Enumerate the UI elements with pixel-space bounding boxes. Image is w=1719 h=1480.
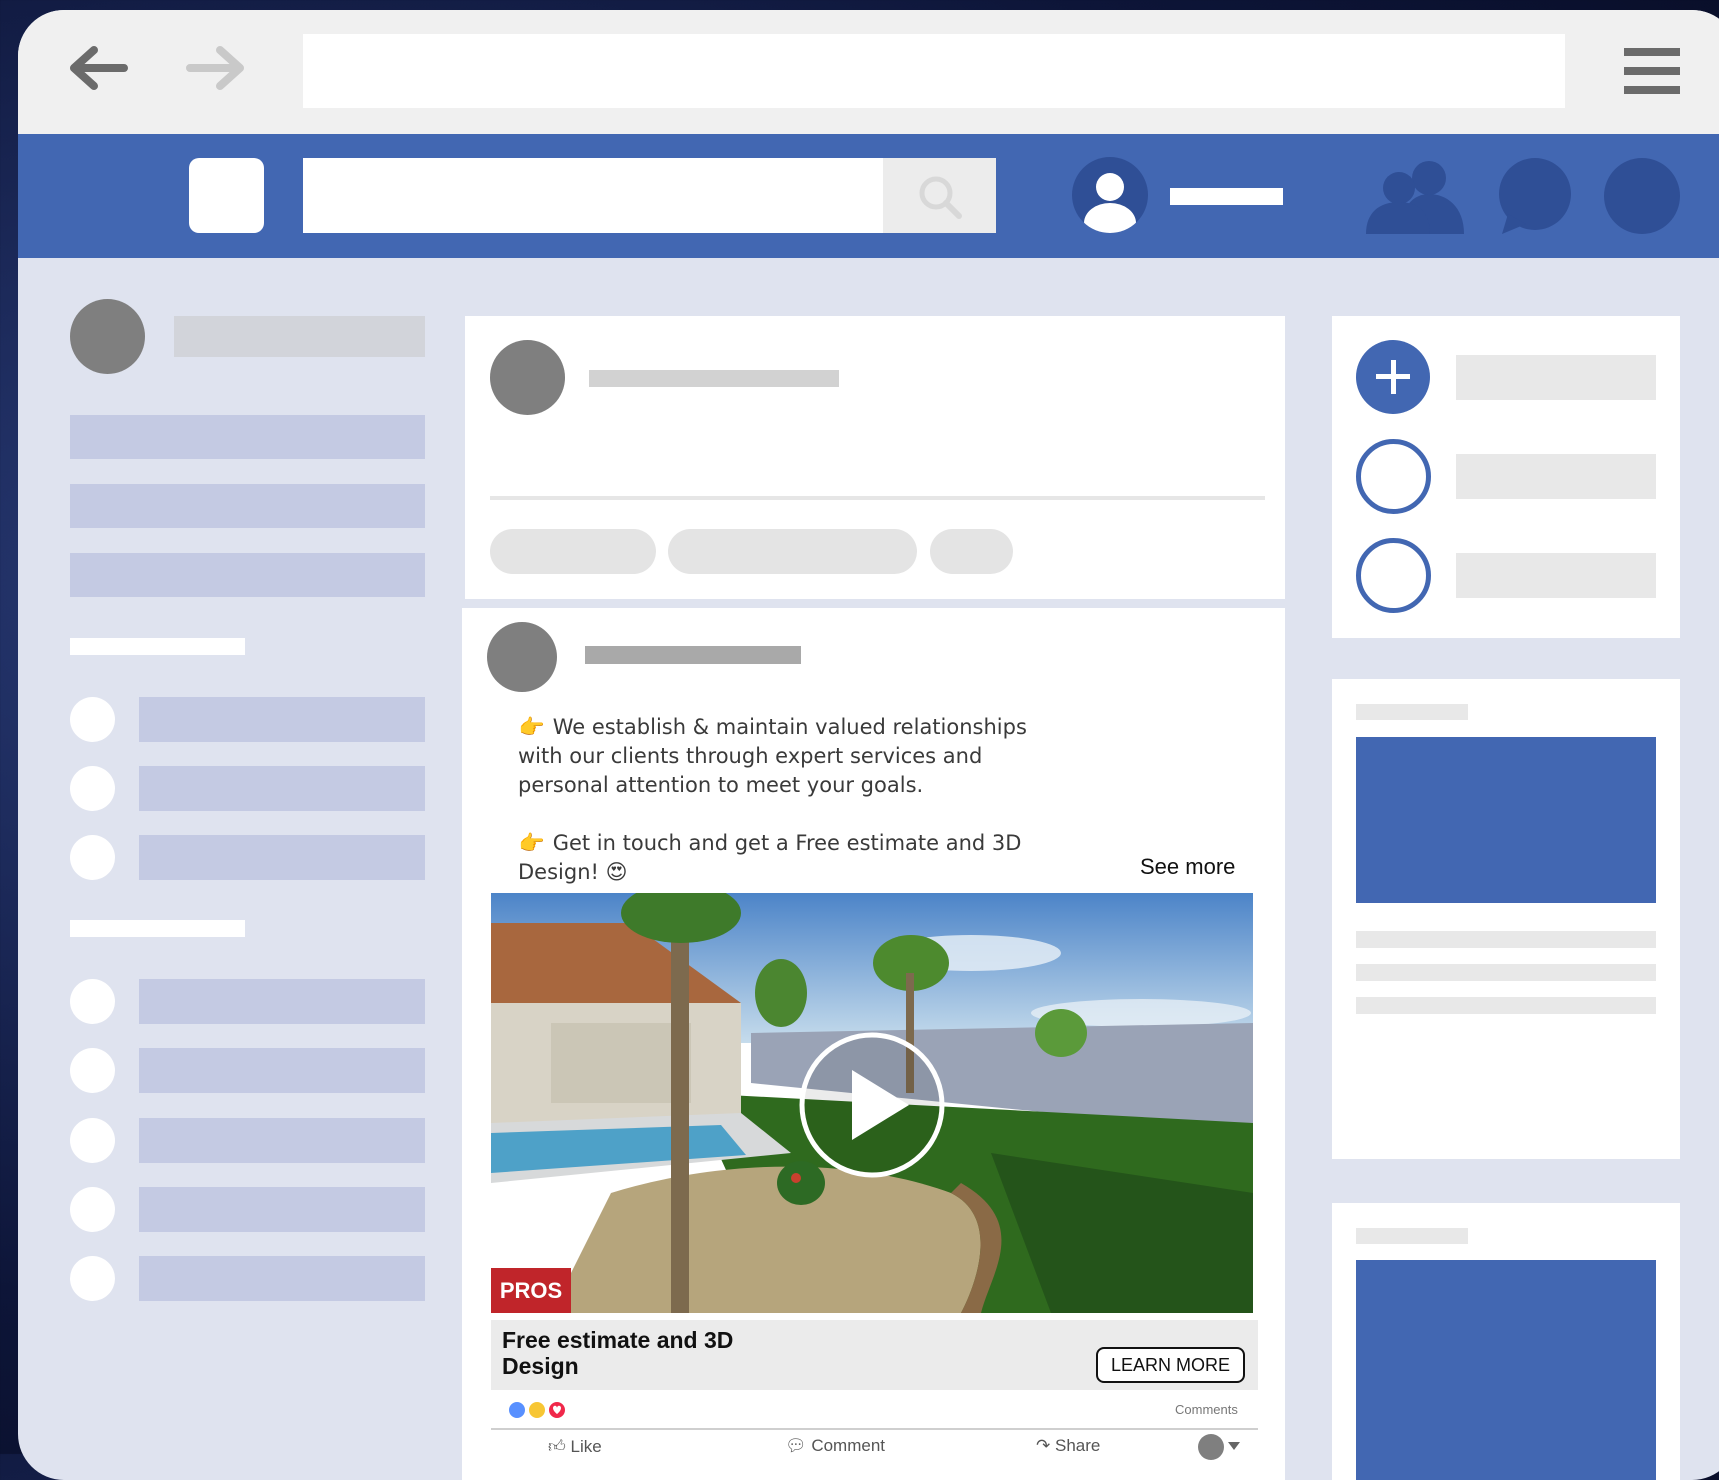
sponsored-card-2 bbox=[1332, 1203, 1680, 1480]
comment-button[interactable]: 💬︎ Comment bbox=[785, 1436, 885, 1456]
sidebar-item-icon bbox=[70, 835, 115, 880]
notifications-icon[interactable] bbox=[1604, 158, 1680, 234]
sidebar-item[interactable] bbox=[139, 1118, 425, 1163]
shortcut-label[interactable] bbox=[1456, 553, 1656, 598]
search-button[interactable] bbox=[883, 158, 996, 233]
sponsored-image[interactable] bbox=[1356, 737, 1656, 903]
comments-count-label[interactable]: Comments bbox=[1175, 1402, 1238, 1417]
comment-icon: 💬︎ bbox=[785, 1436, 807, 1455]
user-avatar-icon[interactable] bbox=[1072, 157, 1148, 233]
sidebar-item[interactable] bbox=[70, 553, 425, 597]
post-paragraph-2: Get in touch and get a Free estimate and… bbox=[518, 831, 1022, 884]
composer-prompt[interactable] bbox=[589, 370, 839, 387]
sponsored-card bbox=[1332, 679, 1680, 1159]
search-input[interactable] bbox=[303, 158, 883, 233]
shortcut-label[interactable] bbox=[1456, 454, 1656, 499]
pointing-hand-icon: 👉 bbox=[518, 831, 546, 855]
address-bar[interactable] bbox=[303, 34, 1565, 108]
messenger-icon[interactable] bbox=[1496, 158, 1574, 236]
composer-action-button[interactable] bbox=[490, 529, 656, 574]
composer-card bbox=[465, 316, 1285, 599]
sidebar-profile-name[interactable] bbox=[174, 316, 425, 357]
back-arrow-icon[interactable] bbox=[70, 46, 128, 90]
hamburger-menu-icon[interactable] bbox=[1624, 48, 1680, 94]
sidebar-item[interactable] bbox=[139, 766, 425, 811]
sidebar-item[interactable] bbox=[139, 835, 425, 880]
shortcut-label[interactable] bbox=[1456, 355, 1656, 400]
sidebar-item[interactable] bbox=[139, 1048, 425, 1093]
search-icon bbox=[919, 176, 962, 219]
sidebar-item[interactable] bbox=[70, 484, 425, 528]
shortcut-circle-icon[interactable] bbox=[1356, 439, 1431, 514]
sidebar-item-icon bbox=[70, 697, 115, 742]
sidebar-item[interactable] bbox=[139, 1187, 425, 1232]
chevron-down-icon[interactable] bbox=[1228, 1442, 1240, 1450]
sidebar-item-icon bbox=[70, 979, 115, 1024]
sidebar-section-heading bbox=[70, 920, 245, 937]
like-icon: 👍︎ bbox=[548, 1437, 566, 1456]
sidebar-item[interactable] bbox=[139, 1256, 425, 1301]
composer-action-button[interactable] bbox=[668, 529, 917, 574]
post-as-avatar[interactable] bbox=[1198, 1434, 1224, 1460]
shortcuts-card bbox=[1332, 316, 1680, 638]
see-more-link[interactable]: See more bbox=[1140, 854, 1235, 880]
sidebar-item-icon bbox=[70, 1256, 115, 1301]
shortcut-circle-icon[interactable] bbox=[1356, 538, 1431, 613]
reactions-icons[interactable] bbox=[507, 1399, 569, 1421]
pointing-hand-icon: 👉 bbox=[518, 715, 546, 739]
sidebar-item-icon bbox=[70, 766, 115, 811]
sidebar-profile-avatar[interactable] bbox=[70, 299, 145, 374]
friends-icon[interactable] bbox=[1364, 158, 1466, 234]
ad-title: Free estimate and 3D Design bbox=[502, 1327, 734, 1379]
sponsored-text-line bbox=[1356, 931, 1656, 948]
post-author-avatar[interactable] bbox=[487, 622, 557, 692]
share-icon: ↷ bbox=[1036, 1436, 1051, 1455]
like-reaction-icon bbox=[507, 1400, 527, 1420]
video-thumbnail[interactable]: PROS bbox=[491, 893, 1253, 1313]
sponsored-heading bbox=[1356, 704, 1468, 720]
browser-window: 👉 We establish & maintain valued relatio… bbox=[18, 10, 1719, 1480]
sidebar-section-heading bbox=[70, 638, 245, 655]
action-divider bbox=[491, 1428, 1258, 1430]
sidebar-item-icon bbox=[70, 1048, 115, 1093]
sidebar-item-icon bbox=[70, 1118, 115, 1163]
heart-eyes-icon: 😍 bbox=[605, 860, 628, 884]
sidebar-item[interactable] bbox=[139, 979, 425, 1024]
browser-toolbar bbox=[18, 10, 1719, 134]
profile-name-placeholder[interactable] bbox=[1170, 188, 1283, 205]
post-paragraph-1: We establish & maintain valued relations… bbox=[518, 715, 1027, 797]
composer-avatar bbox=[490, 340, 565, 415]
composer-action-button[interactable] bbox=[930, 529, 1013, 574]
sponsored-heading bbox=[1356, 1228, 1468, 1244]
sponsored-text-line bbox=[1356, 964, 1656, 981]
composer-divider bbox=[490, 496, 1265, 500]
play-icon[interactable] bbox=[797, 1030, 947, 1180]
post-author-name[interactable] bbox=[585, 646, 801, 664]
facebook-logo[interactable] bbox=[189, 158, 264, 233]
sponsored-image[interactable] bbox=[1356, 1260, 1656, 1480]
forward-arrow-icon[interactable] bbox=[186, 46, 244, 90]
share-button[interactable]: ↷ Share bbox=[1036, 1436, 1100, 1456]
sidebar-item[interactable] bbox=[139, 697, 425, 742]
post-body: 👉 We establish & maintain valued relatio… bbox=[518, 713, 1038, 887]
sidebar-item-icon bbox=[70, 1187, 115, 1232]
learn-more-button[interactable]: LEARN MORE bbox=[1096, 1347, 1245, 1383]
video-watermark: PROS bbox=[500, 1278, 562, 1303]
sponsored-text-line bbox=[1356, 997, 1656, 1014]
facebook-header bbox=[18, 134, 1719, 258]
wow-reaction-icon bbox=[527, 1400, 547, 1420]
sidebar-item[interactable] bbox=[70, 415, 425, 459]
plus-icon[interactable] bbox=[1356, 340, 1430, 414]
